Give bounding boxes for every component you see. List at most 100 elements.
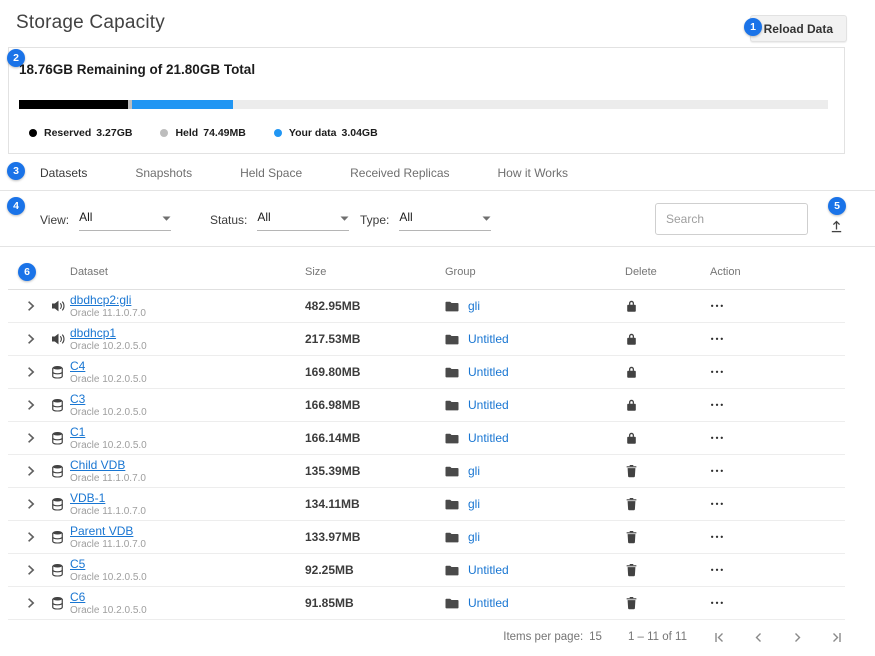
folder-icon [445,532,459,543]
group-link[interactable]: Untitled [468,563,509,577]
tab-datasets[interactable]: Datasets [40,166,87,180]
group-link[interactable]: Untitled [468,332,509,346]
dataset-name-link[interactable]: C5 [70,558,147,571]
status-filter-value: All [257,210,270,224]
dataset-cell: dbdhcp1 Oracle 10.2.0.5.0 [70,327,147,352]
type-filter: Type: All [360,208,491,231]
more-actions-button[interactable]: ••• [705,368,731,377]
tab-how-it-works[interactable]: How it Works [498,166,568,180]
reserved-dot-icon [29,129,37,137]
vdb-icon [52,465,63,478]
first-page-button[interactable] [713,631,726,644]
folder-icon [445,334,459,345]
dataset-version: Oracle 11.1.0.7.0 [70,539,146,550]
expand-chevron-icon[interactable] [27,565,35,576]
dataset-table-body: dbdhcp2:gli Oracle 11.1.0.7.0 482.95MB g… [8,290,845,620]
expand-chevron-icon[interactable] [27,400,35,411]
group-column-header: Group [445,266,476,278]
items-per-page-value[interactable]: 15 [589,631,602,643]
more-actions-button[interactable]: ••• [705,566,731,575]
dataset-version: Oracle 11.1.0.7.0 [70,473,146,484]
trash-icon[interactable] [620,531,642,544]
view-filter-value: All [79,210,92,224]
type-filter-select[interactable]: All [399,208,491,231]
trash-icon[interactable] [620,465,642,478]
more-actions-button[interactable]: ••• [705,434,731,443]
dataset-version: Oracle 10.2.0.5.0 [70,407,147,418]
lock-icon[interactable] [620,366,642,379]
dataset-size: 134.11MB [305,497,360,511]
group-link[interactable]: Untitled [468,596,509,610]
group-link[interactable]: gli [468,464,480,478]
vdb-icon [52,564,63,577]
dataset-version: Oracle 11.1.0.7.0 [70,308,146,319]
callout-4: 4 [7,197,25,215]
folder-icon [445,565,459,576]
group-link[interactable]: Untitled [468,365,509,379]
status-filter-select[interactable]: All [257,208,349,231]
legend-label: Held [175,127,198,139]
tab-held-space[interactable]: Held Space [240,166,302,180]
expand-chevron-icon[interactable] [27,499,35,510]
expand-chevron-icon[interactable] [27,466,35,477]
group-link[interactable]: Untitled [468,431,509,445]
more-actions-button[interactable]: ••• [705,500,731,509]
group-link[interactable]: gli [468,497,480,511]
dsource-icon [52,333,65,345]
table-row: dbdhcp2:gli Oracle 11.1.0.7.0 482.95MB g… [8,290,845,323]
vdb-icon [52,498,63,511]
capacity-summary: 18.76GB Remaining of 21.80GB Total [19,62,255,77]
view-filter-select[interactable]: All [79,208,171,231]
more-actions-button[interactable]: ••• [705,599,731,608]
lock-icon[interactable] [620,432,642,445]
dataset-name-link[interactable]: dbdhcp1 [70,327,147,340]
dataset-name-link[interactable]: Child VDB [70,459,146,472]
more-actions-button[interactable]: ••• [705,335,731,344]
group-cell: Untitled [445,431,509,445]
lock-icon[interactable] [620,333,642,346]
export-icon[interactable] [829,219,844,234]
lock-icon[interactable] [620,300,642,313]
reload-data-button[interactable]: Reload Data [750,15,847,42]
more-actions-button[interactable]: ••• [705,302,731,311]
more-actions-button[interactable]: ••• [705,533,731,542]
legend-item-held: Held 74.49MB [160,127,245,139]
more-actions-button[interactable]: ••• [705,467,731,476]
expand-chevron-icon[interactable] [27,598,35,609]
more-actions-button[interactable]: ••• [705,401,731,410]
expand-chevron-icon[interactable] [27,532,35,543]
legend-label: Your data [289,127,337,139]
last-page-button[interactable] [830,631,843,644]
expand-chevron-icon[interactable] [27,301,35,312]
dataset-name-link[interactable]: C1 [70,426,147,439]
group-link[interactable]: Untitled [468,398,509,412]
tab-received-replicas[interactable]: Received Replicas [350,166,449,180]
folder-icon [445,367,459,378]
group-cell: Untitled [445,563,509,577]
dataset-name-link[interactable]: C6 [70,591,147,604]
tab-snapshots[interactable]: Snapshots [135,166,192,180]
dataset-size: 133.97MB [305,530,360,544]
dataset-name-link[interactable]: C4 [70,360,147,373]
dataset-name-link[interactable]: dbdhcp2:gli [70,294,146,307]
expand-chevron-icon[interactable] [27,433,35,444]
group-link[interactable]: gli [468,530,480,544]
lock-icon[interactable] [620,399,642,412]
dataset-version: Oracle 11.1.0.7.0 [70,506,146,517]
trash-icon[interactable] [620,498,642,511]
trash-icon[interactable] [620,564,642,577]
table-row: C5 Oracle 10.2.0.5.0 92.25MB Untitled ••… [8,554,845,587]
tab-bar: Datasets Snapshots Held Space Received R… [0,155,875,191]
dataset-name-link[interactable]: Parent VDB [70,525,146,538]
action-column-header: Action [710,266,741,278]
expand-chevron-icon[interactable] [27,334,35,345]
folder-icon [445,466,459,477]
expand-chevron-icon[interactable] [27,367,35,378]
trash-icon[interactable] [620,597,642,610]
dataset-name-link[interactable]: C3 [70,393,147,406]
dataset-name-link[interactable]: VDB-1 [70,492,146,505]
prev-page-button[interactable] [752,631,765,644]
next-page-button[interactable] [791,631,804,644]
group-link[interactable]: gli [468,299,480,313]
search-input[interactable] [655,203,808,235]
